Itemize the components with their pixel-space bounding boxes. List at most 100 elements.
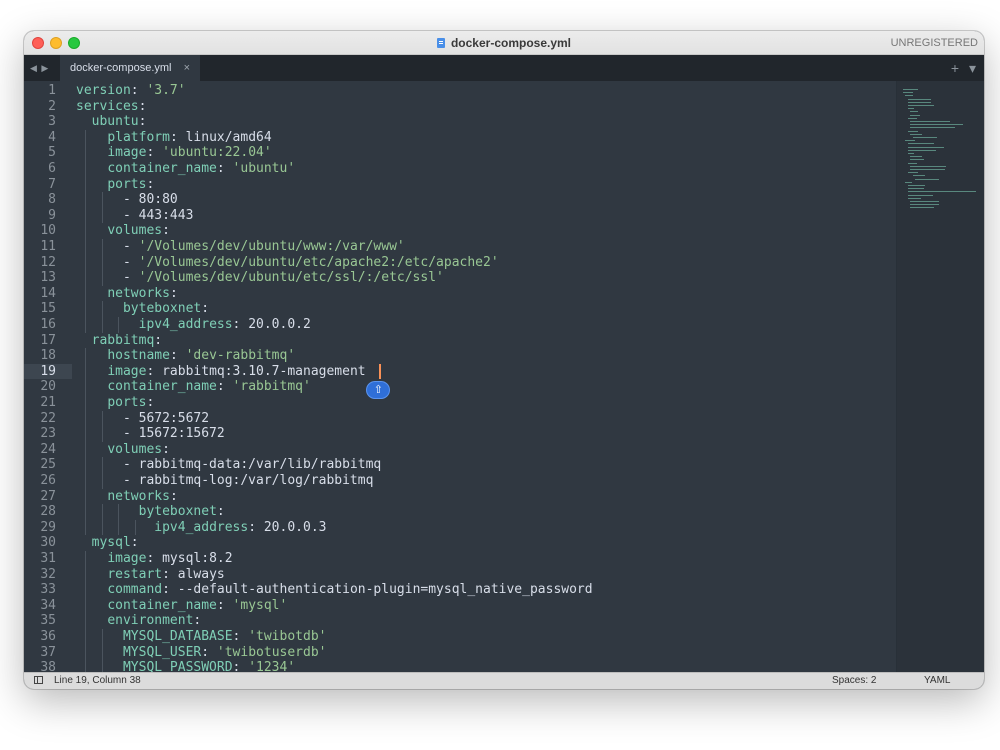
tab-menu-icon[interactable]: ▾ bbox=[969, 60, 976, 76]
indent-guide bbox=[85, 660, 87, 672]
code-line[interactable]: ports: bbox=[76, 177, 154, 193]
code-line[interactable]: - 15672:15672 bbox=[76, 426, 225, 442]
yaml-key: rabbitmq bbox=[91, 332, 155, 348]
code-line[interactable]: environment: bbox=[76, 613, 201, 629]
minimap-line bbox=[907, 101, 931, 103]
registration-status[interactable]: UNREGISTERED bbox=[891, 31, 978, 55]
line-number: 31 bbox=[40, 551, 56, 566]
line-number: 37 bbox=[40, 644, 56, 660]
code-line[interactable]: - rabbitmq-data:/var/lib/rabbitmq bbox=[76, 457, 381, 473]
yaml-key: networks bbox=[107, 488, 170, 504]
minimap-line bbox=[910, 114, 921, 116]
text-caret bbox=[379, 364, 382, 380]
code-line[interactable]: mysql: bbox=[76, 535, 139, 551]
line-number: 15 bbox=[40, 301, 56, 317]
code-line[interactable]: - 5672:5672 bbox=[76, 411, 209, 427]
syntax-selector[interactable]: YAML bbox=[924, 673, 951, 689]
code-line[interactable]: byteboxnet: bbox=[76, 301, 209, 317]
yaml-text: : bbox=[216, 379, 233, 395]
code-line[interactable]: - '/Volumes/dev/ubuntu/etc/apache2:/etc/… bbox=[76, 255, 499, 271]
code-line[interactable]: container_name: 'mysql' bbox=[76, 598, 287, 614]
line-number: 38 bbox=[40, 660, 56, 672]
yaml-key: mysql bbox=[91, 535, 131, 551]
indent-guide bbox=[85, 176, 87, 193]
yaml-string: 'twibotuserdb' bbox=[216, 644, 327, 660]
code-line[interactable]: MYSQL_PASSWORD: '1234' bbox=[76, 660, 295, 672]
code-line[interactable]: MYSQL_USER: 'twibotuserdb' bbox=[76, 644, 327, 661]
tab-close-icon[interactable]: × bbox=[184, 55, 190, 82]
line-number: 8 bbox=[48, 192, 56, 208]
code-line[interactable]: - 443:443 bbox=[76, 208, 193, 224]
yaml-text bbox=[76, 613, 107, 628]
code-line[interactable]: command: --default-authentication-plugin… bbox=[76, 582, 592, 598]
code-view[interactable]: version: '3.7' services: ubuntu: platform… bbox=[76, 81, 896, 672]
code-line[interactable]: - 80:80 bbox=[76, 192, 178, 208]
upload-arrow-icon[interactable]: ⇧ bbox=[366, 381, 391, 400]
yaml-key: ipv4_address bbox=[138, 317, 233, 332]
tab-navigation-arrows-icon[interactable]: ◀ ▶ bbox=[30, 55, 49, 81]
yaml-text: - rabbitmq-data:/var/lib/rabbitmq bbox=[76, 457, 382, 473]
code-line[interactable]: image: rabbitmq:3.10.7-management bbox=[76, 364, 365, 380]
indent-guide bbox=[85, 551, 87, 567]
line-number: 2 bbox=[48, 98, 56, 114]
yaml-string: 'ubuntu:22.04' bbox=[162, 145, 272, 161]
yaml-text: : bbox=[146, 145, 163, 161]
indent-guide bbox=[101, 301, 103, 317]
code-line[interactable]: image: mysql:8.2 bbox=[76, 551, 232, 567]
yaml-key: command bbox=[107, 582, 163, 598]
code-line[interactable]: - '/Volumes/dev/ubuntu/www:/var/www' bbox=[76, 239, 405, 255]
yaml-key: environment bbox=[107, 613, 194, 629]
tab-actions: + ▾ bbox=[945, 55, 976, 81]
yaml-key: image bbox=[107, 145, 147, 161]
tab-docker-compose[interactable]: docker-compose.yml × bbox=[60, 55, 200, 81]
code-line[interactable]: restart: always bbox=[76, 567, 224, 583]
line-number: 6 bbox=[48, 161, 56, 176]
code-line[interactable]: volumes: bbox=[76, 223, 170, 239]
indent-guide bbox=[101, 270, 103, 286]
minimap[interactable] bbox=[896, 81, 984, 672]
code-line[interactable]: platform: linux/amd64 bbox=[76, 130, 271, 146]
yaml-text: : bbox=[169, 285, 178, 301]
indent-guide bbox=[85, 285, 87, 302]
yaml-text bbox=[76, 645, 123, 660]
code-line[interactable]: hostname: 'dev-rabbitmq' bbox=[76, 348, 295, 364]
minimap-line bbox=[907, 188, 925, 190]
code-line[interactable]: services: bbox=[76, 99, 146, 115]
yaml-text: : bbox=[169, 488, 178, 504]
code-line[interactable]: rabbitmq: bbox=[76, 333, 162, 349]
new-tab-icon[interactable]: + bbox=[951, 60, 959, 76]
code-line[interactable]: networks: bbox=[76, 285, 178, 302]
code-line[interactable]: networks: bbox=[76, 488, 178, 505]
code-line[interactable]: - '/Volumes/dev/ubuntu/etc/ssl/:/etc/ssl… bbox=[76, 270, 444, 286]
line-number: 17 bbox=[40, 332, 56, 348]
line-number: 16 bbox=[40, 317, 56, 332]
code-line[interactable]: byteboxnet: bbox=[76, 504, 225, 520]
code-line[interactable]: volumes: bbox=[76, 442, 170, 458]
code-line[interactable]: container_name: 'ubuntu' bbox=[76, 161, 295, 177]
line-number: 20 bbox=[40, 379, 56, 395]
code-line[interactable]: - rabbitmq-log:/var/log/rabbitmq bbox=[76, 473, 373, 489]
code-line[interactable]: MYSQL_DATABASE: 'twibotdb' bbox=[76, 629, 327, 645]
indentation-setting[interactable]: Spaces: 2 bbox=[832, 673, 876, 689]
minimap-line bbox=[907, 185, 926, 186]
yaml-text bbox=[76, 395, 107, 410]
code-line[interactable]: ports: bbox=[76, 395, 154, 411]
code-line[interactable]: image: 'ubuntu:22.04' bbox=[76, 145, 272, 161]
indent-guide bbox=[85, 582, 87, 598]
code-line[interactable]: version: '3.7' bbox=[76, 83, 186, 99]
panel-toggle-icon[interactable] bbox=[34, 676, 43, 684]
code-line[interactable]: ipv4_address: 20.0.0.2 bbox=[76, 317, 311, 333]
yaml-text: : bbox=[216, 161, 233, 176]
code-line[interactable]: ipv4_address: 20.0.0.3 bbox=[76, 520, 326, 536]
indent-guide bbox=[85, 161, 87, 177]
indent-guide bbox=[101, 239, 103, 255]
code-line[interactable]: container_name: 'rabbitmq' bbox=[76, 379, 311, 395]
editor-area[interactable]: 1 2 3 4 5 6 7 8 9 10 11 12 13 14 15 16 17 18 19 20 21 22 23 24 2… bbox=[24, 81, 984, 672]
code-line[interactable]: ubuntu: bbox=[76, 114, 147, 130]
indent-guide bbox=[101, 426, 103, 442]
yaml-key: hostname bbox=[107, 348, 170, 364]
yaml-key: volumes bbox=[107, 223, 163, 239]
yaml-key: MYSQL_USER bbox=[122, 644, 202, 660]
yaml-text: : bbox=[232, 660, 249, 672]
tab-label: docker-compose.yml bbox=[70, 62, 172, 74]
